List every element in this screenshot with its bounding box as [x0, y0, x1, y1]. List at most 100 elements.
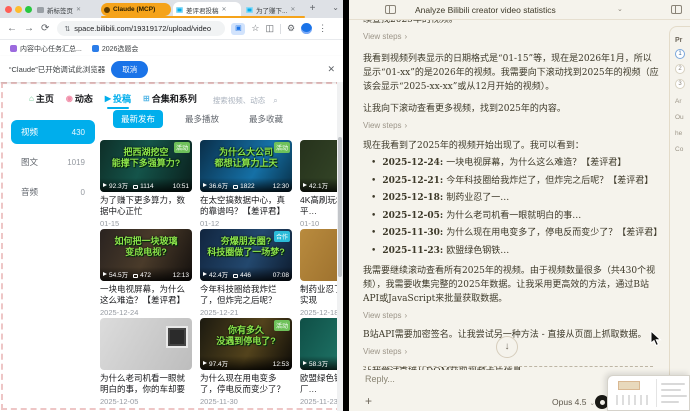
- minimize-window-button[interactable]: [15, 6, 22, 13]
- view-steps-link[interactable]: View steps›: [363, 309, 659, 323]
- back-icon[interactable]: ←: [7, 23, 17, 34]
- video-thumbnail[interactable]: 如何把一块玻璃变成电视?54.5万47212:13: [100, 229, 192, 281]
- panel-fragment-Co: Co: [675, 146, 690, 153]
- bullet-text: 一块电视屏幕，为什么这么难造？【差评君】: [446, 156, 626, 171]
- video-card[interactable]: 把西湖挖空能撑下多强算力?活动92.3万111410:51为了赚下更多算力，数据…: [100, 140, 192, 228]
- sidebar-toggle-icon[interactable]: [385, 5, 396, 14]
- thumbnail-stats: 36.6万182212:30: [200, 178, 292, 192]
- tab-close-icon[interactable]: ✕: [222, 6, 227, 13]
- video-thumbnail[interactable]: [100, 318, 192, 370]
- conversation-title[interactable]: Analyze Bilibili creator video statistic…: [415, 5, 556, 15]
- reply-input[interactable]: Reply...: [365, 374, 395, 384]
- chat-transcript: 续查找2025年的视频。View steps›我看到视频列表显示的日期格式是“0…: [363, 20, 659, 370]
- video-card[interactable]: 为什么大公司都想让算力上天活动36.6万182212:30 在太空搞数据中心，真的…: [200, 140, 292, 228]
- steps-panel-toggle-icon[interactable]: [671, 5, 682, 14]
- tab-Claude (MCP)[interactable]: Claude (MCP): [101, 3, 171, 16]
- mouse-cursor: [650, 330, 662, 347]
- video-card[interactable]: 夯爆朋友圈?科技圈做了一场梦?合作42.4万44607:08 今年科技圈给我炸烂了…: [200, 229, 292, 317]
- url-text[interactable]: space.bilibili.com/19319172/upload/video: [74, 24, 211, 33]
- video-title[interactable]: 今年科技圈给我炸烂了，但炸完之后呢？【差评君】: [200, 284, 292, 306]
- thumbnail-text-line: 变成电视?: [100, 247, 192, 258]
- new-tab-button[interactable]: +: [306, 3, 319, 16]
- bullet-dot: •: [371, 156, 376, 171]
- thumbnail-badge: 活动: [174, 142, 190, 153]
- video-title[interactable]: 为什么现在用电变多了，停电反而变少了？【差评君】: [200, 373, 292, 395]
- bullet-text: 今年科技圈给我炸烂了，但炸完之后呢？【差评君】: [446, 174, 653, 189]
- tab-差评君投稿[interactable]: 差评君投稿✕: [173, 2, 241, 17]
- panel-fragment-Ar: Ar: [675, 98, 690, 105]
- video-thumbnail[interactable]: 你有多久没遇到停电了?活动97.4万12:53: [200, 318, 292, 370]
- video-card[interactable]: 你有多久没遇到停电了?活动97.4万12:53 为什么现在用电变多了，停电反而变少…: [200, 318, 292, 406]
- address-bar[interactable]: ⇅ space.bilibili.com/19319172/upload/vid…: [57, 21, 225, 36]
- play-icon: [103, 183, 107, 187]
- video-title[interactable]: 为什么老司机看一眼就明白的事，你的车却要开到跟前才急刹…: [100, 373, 192, 395]
- tab-为了赚下...[interactable]: 为了赚下...✕: [243, 2, 303, 17]
- thumbnail-stats: 92.3万111410:51: [100, 178, 192, 192]
- pip-preview-window[interactable]: [607, 375, 690, 411]
- cancel-button[interactable]: 取消: [111, 61, 148, 78]
- tab-search-chevron-icon[interactable]: ⌄: [332, 3, 339, 12]
- tab-media-icon[interactable]: ▣: [231, 23, 245, 35]
- side-panel-icon[interactable]: ◫: [265, 23, 274, 34]
- view-steps-link[interactable]: View steps›: [363, 30, 659, 44]
- scroll-to-bottom-button[interactable]: ↓: [496, 336, 518, 358]
- video-thumbnail[interactable]: 夯爆朋友圈?科技圈做了一场梦?合作42.4万44607:08: [200, 229, 292, 281]
- model-selector[interactable]: Opus 4.5⌄: [552, 397, 595, 407]
- bookmarks-bar: 内容中心任务汇总... 2026选题会: [0, 41, 343, 56]
- video-grid: 把西湖挖空能撑下多强算力?活动92.3万111410:51为了赚下更多算力，数据…: [3, 84, 343, 411]
- bullet-text: 为什么老司机看一眼就明白的事…: [446, 209, 581, 224]
- views-stat: 42.4万: [203, 269, 228, 279]
- step-number-3[interactable]: 3: [675, 79, 685, 89]
- tab-新标签页[interactable]: 新标签页✕: [34, 2, 100, 17]
- video-date: 2025-12-21: [200, 308, 292, 317]
- video-card[interactable]: 为什么老司机看一眼就明白的事，你的车却要开到跟前才急刹…2025-12-05: [100, 318, 192, 406]
- comment-icon: [233, 185, 238, 189]
- bookmark-star-icon[interactable]: ☆: [251, 23, 259, 34]
- bullet-item: •2025-12-05:为什么老司机看一眼就明白的事…: [363, 209, 659, 224]
- video-card[interactable]: 如何把一块玻璃变成电视?54.5万47212:13一块电视屏幕，为什么这么难造？…: [100, 229, 192, 317]
- site-settings-icon[interactable]: ⇅: [64, 25, 70, 33]
- bullet-item: • 2025-12-24:一块电视屏幕，为什么这么难造？【差评君】: [363, 156, 659, 171]
- tab-close-icon[interactable]: ✕: [290, 6, 295, 13]
- play-icon: [303, 361, 307, 365]
- duration-label: 10:51: [173, 183, 189, 190]
- title-chevron-icon[interactable]: ⌄: [617, 5, 623, 13]
- bookmark-icon: [10, 45, 17, 52]
- browser-scrollbar[interactable]: [337, 82, 343, 411]
- comments-count: 472: [140, 272, 151, 279]
- infobar-close-icon[interactable]: ✕: [327, 64, 335, 75]
- video-title[interactable]: 在太空搞数据中心，真的靠谱吗？【差评君】: [200, 195, 292, 217]
- bullet-date: 2025-12-18:: [382, 191, 443, 206]
- attach-plus-button[interactable]: +: [365, 394, 372, 408]
- close-window-button[interactable]: [5, 6, 12, 13]
- duration-label: 12:53: [273, 361, 289, 368]
- scrollbar-thumb[interactable]: [338, 137, 342, 277]
- extensions-icon[interactable]: ⚙: [287, 23, 295, 34]
- comments-stat: 1822: [233, 183, 254, 190]
- pip-text-preview: [616, 395, 650, 405]
- bullet-date: 2025-12-24:: [382, 156, 443, 171]
- video-title[interactable]: 一块电视屏幕，为什么这么难造？【差评君】: [100, 284, 192, 306]
- bullet-item: •2025-11-30:为什么现在用电变多了，停电反而变少了？【差评君】: [363, 226, 659, 241]
- menu-kebab-icon[interactable]: ⋮: [318, 23, 327, 34]
- views-stat: 54.5万: [103, 269, 128, 279]
- step-number-1[interactable]: 1: [675, 49, 685, 59]
- video-title[interactable]: 为了赚下更多算力，数据中心正忙着“电”改“光”【差评君】: [100, 195, 192, 217]
- video-thumbnail[interactable]: 把西湖挖空能撑下多强算力?活动92.3万111410:51: [100, 140, 192, 192]
- bookmark-2026选题会[interactable]: 2026选题会: [92, 44, 139, 54]
- maximize-window-button[interactable]: [25, 6, 32, 13]
- tab-close-icon[interactable]: ✕: [76, 6, 81, 13]
- reload-icon[interactable]: ⟳: [41, 23, 49, 34]
- profile-avatar[interactable]: [301, 23, 312, 34]
- step-number-2[interactable]: 2: [675, 64, 685, 74]
- view-steps-label: View steps: [363, 32, 402, 41]
- video-date: 01-15: [100, 219, 192, 228]
- bookmark-内容中心任务汇总...[interactable]: 内容中心任务汇总...: [10, 44, 82, 54]
- assistant-paragraph: 续查找2025年的视频。: [363, 20, 659, 27]
- view-steps-link[interactable]: View steps›: [363, 119, 659, 133]
- view-steps-label: View steps: [363, 347, 402, 356]
- comments-count: 1114: [140, 183, 154, 190]
- forward-icon[interactable]: →: [24, 23, 34, 34]
- play-icon: [303, 183, 307, 187]
- video-thumbnail[interactable]: 为什么大公司都想让算力上天活动36.6万182212:30: [200, 140, 292, 192]
